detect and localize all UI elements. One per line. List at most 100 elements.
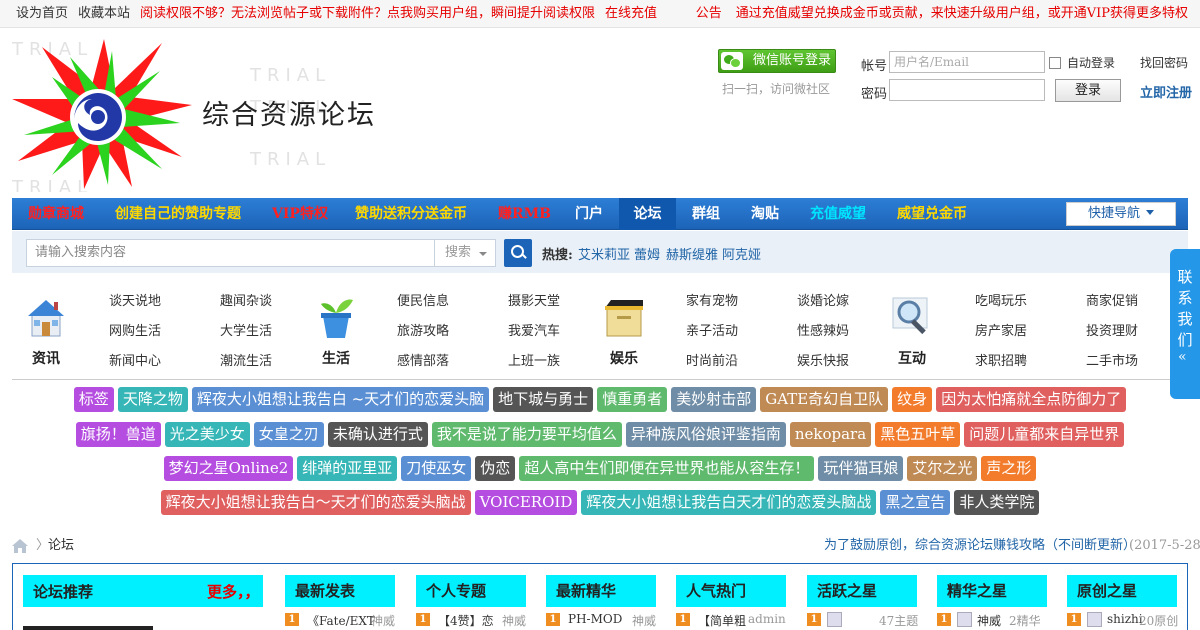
nav-item-portal[interactable]: 门户 — [575, 198, 603, 230]
wechat-login-button[interactable]: 微信账号登录 — [718, 49, 836, 73]
column-header-digest-stars[interactable]: 精华之星 — [937, 575, 1047, 607]
category-link[interactable]: 房产家居 — [975, 320, 1027, 339]
tag-link[interactable]: 旗扬！兽道 — [75, 422, 161, 447]
tag-link[interactable]: 辉夜大小姐想让我告白天才们的恋爱头脑战 — [581, 490, 877, 515]
category-link[interactable]: 家有宠物 — [686, 290, 738, 309]
category-link[interactable]: 时尚前沿 — [686, 350, 738, 369]
category-link[interactable]: 娱乐快报 — [797, 350, 849, 369]
list-item[interactable]: 1 shizhi 20原创 — [1067, 612, 1179, 628]
column-header-active-stars[interactable]: 活跃之星 — [807, 575, 917, 607]
hot-search-word[interactable]: 蕾姆 — [634, 244, 660, 263]
tag-link[interactable]: 标签 — [73, 387, 114, 412]
list-item-title[interactable]: 【简单粗 — [698, 612, 746, 629]
hot-search-word[interactable]: 阿克娅 — [722, 244, 761, 263]
set-home-link[interactable]: 设为首页 — [16, 6, 68, 21]
list-item-title[interactable]: PH-MOD — [568, 612, 622, 626]
nav-item-sponsor-gold[interactable]: 赞助送积分送金币 — [355, 198, 467, 230]
tag-link[interactable]: 地下城与勇士 — [493, 387, 594, 412]
category-link[interactable]: 摄影天堂 — [508, 290, 560, 309]
tag-link[interactable]: 未确认进行式 — [327, 422, 428, 447]
category-link[interactable]: 投资理财 — [1086, 320, 1138, 339]
list-item[interactable]: 1 PH-MOD 神威 — [546, 612, 658, 628]
nav-item-prestige-gold[interactable]: 威望兑金币 — [897, 198, 967, 230]
category-link[interactable]: 二手市场 — [1086, 350, 1138, 369]
tag-link[interactable]: 辉夜大小姐想让我告白 ~天才们的恋爱头脑 — [191, 387, 490, 412]
category-link[interactable]: 吃喝玩乐 — [975, 290, 1027, 309]
category-name-news[interactable]: 资讯 — [16, 348, 76, 368]
category-link[interactable]: 求职招聘 — [975, 350, 1027, 369]
search-input[interactable]: 请输入搜索内容 — [26, 239, 448, 267]
tag-link[interactable]: nekopara — [789, 422, 872, 447]
tag-link[interactable]: 声之形 — [981, 456, 1037, 481]
tag-link[interactable]: 超人高中生们即便在异世界也能从容生存！ — [519, 456, 815, 481]
nav-item-groups[interactable]: 群组 — [692, 198, 720, 230]
category-name-life[interactable]: 生活 — [306, 348, 366, 368]
list-item-title[interactable]: 神威 — [977, 612, 1001, 629]
tag-link[interactable]: 非人类学院 — [954, 490, 1040, 515]
list-item[interactable]: 1 神威 2精华 — [937, 612, 1049, 628]
tag-link[interactable]: 因为太怕痛就全点防御力了 — [936, 387, 1127, 412]
auto-login-checkbox[interactable]: 自动登录 — [1049, 54, 1115, 71]
avatar[interactable] — [1087, 612, 1102, 627]
list-item[interactable]: 1 【简单粗 admin — [676, 612, 788, 628]
contact-us-tab[interactable]: 联系我们 « — [1170, 249, 1200, 399]
category-link[interactable]: 潮流生活 — [220, 350, 272, 369]
tag-link[interactable]: 黑色五叶草 — [875, 422, 961, 447]
notice-text[interactable]: 通过充值威望兑换成金币或贡献，来快速升级用户组，或开通VIP获得更多特权 — [736, 6, 1188, 21]
tag-link[interactable]: 天降之物 — [117, 387, 188, 412]
search-type-select[interactable]: 搜索 — [434, 239, 496, 267]
account-input[interactable]: 用户名/Email — [889, 51, 1045, 73]
category-link[interactable]: 新闻中心 — [109, 350, 161, 369]
hot-search-word[interactable]: 艾米莉亚 — [578, 244, 630, 263]
login-button[interactable]: 登录 — [1055, 79, 1121, 102]
tag-link[interactable]: 玩伴猫耳娘 — [818, 456, 904, 481]
avatar[interactable] — [957, 612, 972, 627]
bookmark-link[interactable]: 收藏本站 — [78, 6, 130, 21]
tag-link[interactable]: 纹身 — [892, 387, 933, 412]
category-link[interactable]: 感情部落 — [397, 350, 449, 369]
nav-item-vip[interactable]: VIP特权 — [272, 198, 328, 230]
quick-nav-button[interactable]: 快捷导航 — [1066, 202, 1176, 226]
category-link[interactable]: 趣闻杂谈 — [220, 290, 272, 309]
tag-link[interactable]: 女皇之刃 — [253, 422, 324, 447]
tag-link[interactable]: 绯弹的亚里亚 — [297, 456, 398, 481]
column-header-hot-topics[interactable]: 人气热门 — [676, 575, 786, 607]
tag-link[interactable]: 慎重勇者 — [597, 387, 668, 412]
list-item[interactable]: 1 【4赞】恋 神威 — [416, 612, 528, 628]
password-input[interactable] — [889, 79, 1045, 101]
category-link[interactable]: 亲子活动 — [686, 320, 738, 339]
tag-link[interactable]: VOICEROID — [474, 490, 578, 515]
tag-link[interactable]: 问题儿童都来自异世界 — [964, 422, 1125, 447]
category-link[interactable]: 性感辣妈 — [797, 320, 849, 339]
category-link[interactable]: 网购生活 — [109, 320, 161, 339]
nav-item-medal-shop[interactable]: 勋章商城 — [28, 198, 84, 230]
nav-item-recharge-prestige[interactable]: 充值威望 — [810, 198, 866, 230]
tag-link[interactable]: 梦幻之星Online2 — [163, 456, 294, 481]
category-link[interactable]: 上班一族 — [508, 350, 560, 369]
tag-link[interactable]: 美妙射击部 — [671, 387, 757, 412]
nav-item-sponsor-topic[interactable]: 创建自己的赞助专题 — [115, 198, 241, 230]
recommend-more-link[interactable]: 更多，， — [207, 581, 260, 602]
breadcrumb-current[interactable]: 论坛 — [48, 537, 74, 555]
tag-link[interactable]: 黑之宣告 — [880, 490, 951, 515]
list-item-title[interactable]: 【4赞】恋 — [438, 612, 494, 629]
category-link[interactable]: 我爱汽车 — [508, 320, 560, 339]
hot-search-word[interactable]: 赫斯缇雅 — [666, 244, 718, 263]
tag-link[interactable]: 艾尔之光 — [907, 456, 978, 481]
category-name-entertainment[interactable]: 娱乐 — [594, 348, 654, 368]
recommend-thumbnail[interactable] — [23, 626, 153, 630]
tag-link[interactable]: 光之美少女 — [164, 422, 250, 447]
register-link[interactable]: 立即注册 — [1140, 82, 1192, 101]
tag-link[interactable]: 异种族风俗娘评鉴指南 — [625, 422, 786, 447]
buy-usergroup-link[interactable]: 阅读权限不够？无法浏览帖子或下载附件？点我购买用户组，瞬间提升阅读权限 — [140, 6, 595, 21]
category-link[interactable]: 谈天说地 — [109, 290, 161, 309]
column-header-original-stars[interactable]: 原创之星 — [1067, 575, 1177, 607]
category-name-interaction[interactable]: 互动 — [882, 348, 942, 368]
category-link[interactable]: 谈婚论嫁 — [797, 290, 849, 309]
nav-item-collections[interactable]: 淘贴 — [751, 198, 779, 230]
find-password-link[interactable]: 找回密码 — [1140, 54, 1188, 71]
tag-link[interactable]: 辉夜大小姐想让我告白～天才们的恋爱头脑战 — [160, 490, 471, 515]
tag-link[interactable]: 刀使巫女 — [401, 456, 472, 481]
avatar[interactable] — [827, 612, 842, 627]
column-header-latest-posts[interactable]: 最新发表 — [285, 575, 395, 607]
